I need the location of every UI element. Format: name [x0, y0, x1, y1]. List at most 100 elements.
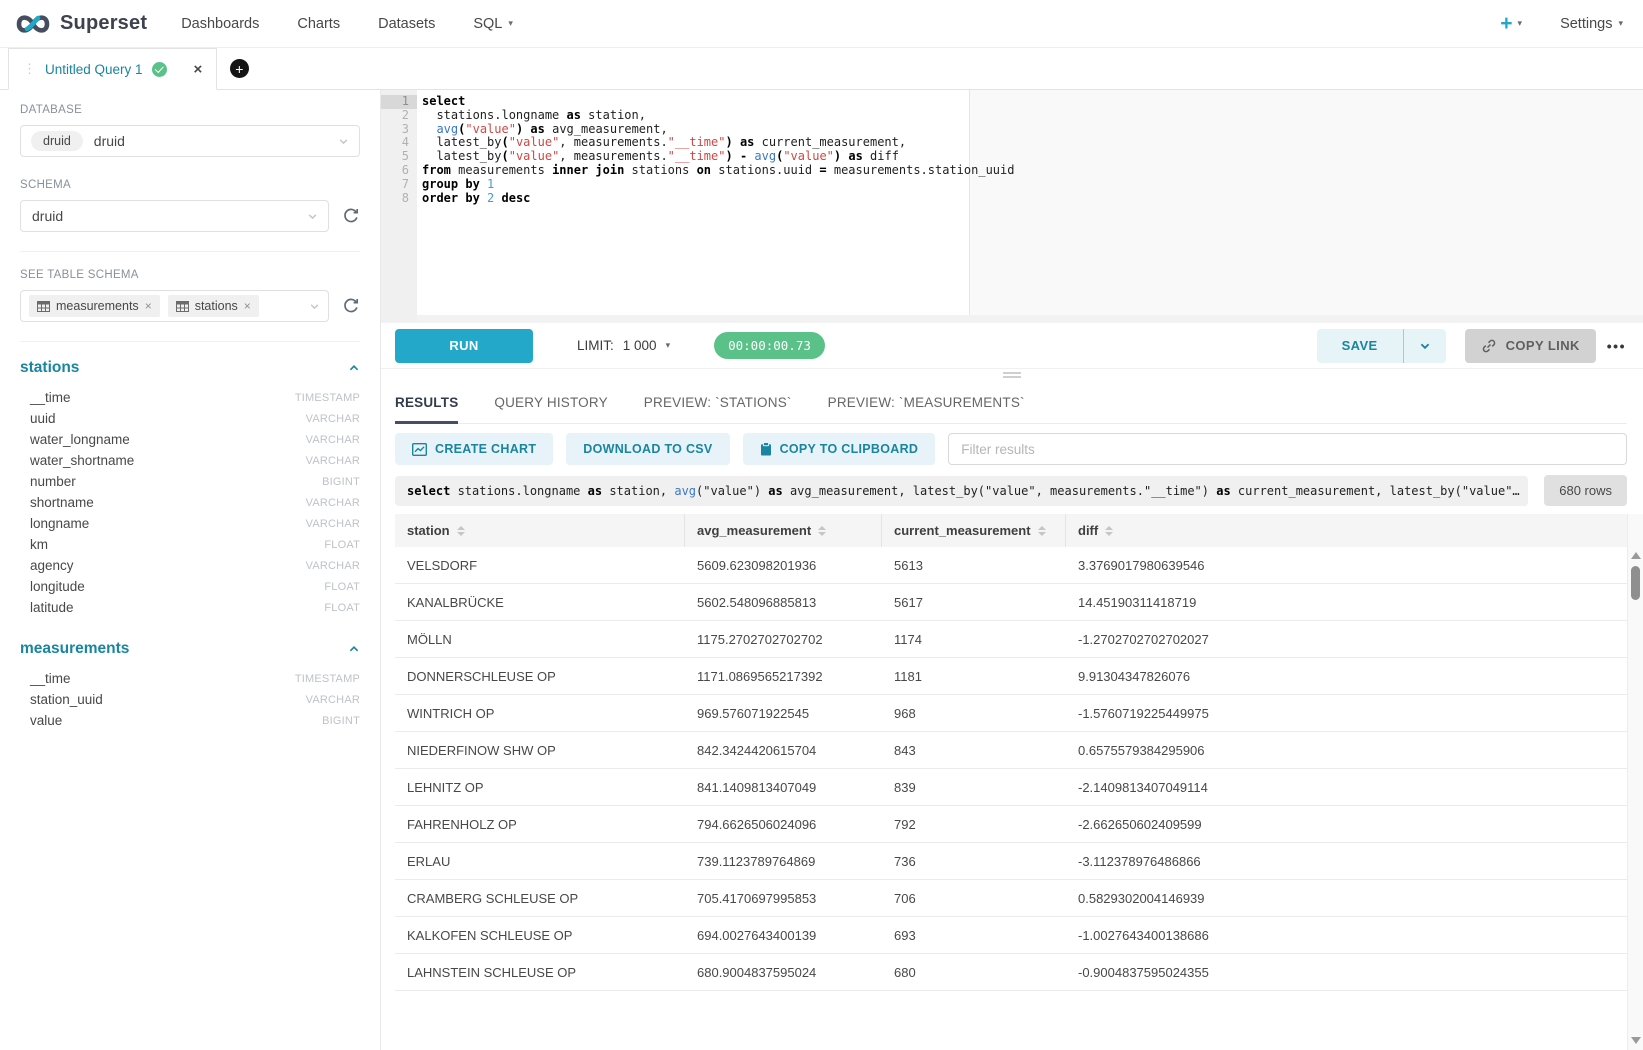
- column-name: longname: [30, 516, 89, 531]
- nav-item-charts[interactable]: Charts: [297, 16, 340, 32]
- table-cell: 9.91304347826076: [1066, 669, 1627, 684]
- table-cell: LAHNSTEIN SCHLEUSE OP: [395, 965, 685, 980]
- infinity-logo-icon: [14, 11, 52, 37]
- column-type: VARCHAR: [306, 434, 360, 446]
- new-tab-button[interactable]: +: [217, 48, 261, 89]
- scrollbar-thumb[interactable]: [1631, 566, 1640, 600]
- remove-table-icon[interactable]: ×: [244, 299, 251, 313]
- table-cell: 736: [882, 854, 1066, 869]
- table-icon: [37, 301, 50, 312]
- line-number: 7: [381, 178, 417, 192]
- new-item-menu[interactable]: + ▾: [1500, 13, 1522, 34]
- close-tab-icon[interactable]: ×: [194, 61, 203, 78]
- column-name: agency: [30, 558, 74, 573]
- pane-splitter[interactable]: [381, 368, 1643, 378]
- table-name[interactable]: measurements: [20, 640, 129, 658]
- column-row: longitudeFLOAT: [20, 576, 360, 597]
- table-row: DONNERSCHLEUSE OP1171.086956521739211819…: [395, 658, 1627, 695]
- copy-to-clipboard-button[interactable]: COPY TO CLIPBOARD: [743, 433, 936, 465]
- chevron-down-icon: [338, 136, 349, 147]
- editor-code[interactable]: select stations.longname as station, avg…: [417, 90, 1014, 322]
- limit-dropdown[interactable]: LIMIT: 1 000 ▾: [577, 338, 670, 353]
- nav-item-sql[interactable]: SQL▾: [473, 16, 513, 32]
- table-name[interactable]: stations: [20, 359, 79, 377]
- column-header-station[interactable]: station: [395, 514, 685, 547]
- chevron-up-icon[interactable]: [348, 362, 360, 374]
- chevron-up-icon[interactable]: [348, 643, 360, 655]
- filter-results-input[interactable]: [948, 433, 1627, 465]
- table-cell: 0.5829302004146939: [1066, 891, 1627, 906]
- results-table-header: stationavg_measurementcurrent_measuremen…: [395, 514, 1627, 547]
- database-select[interactable]: druid druid: [20, 125, 360, 157]
- refresh-tables-icon[interactable]: [342, 297, 360, 315]
- table-row: LEHNITZ OP841.1409813407049839-2.1409813…: [395, 769, 1627, 806]
- column-type: VARCHAR: [306, 518, 360, 530]
- sort-icon[interactable]: [818, 526, 826, 536]
- download-to-csv-button[interactable]: DOWNLOAD TO CSV: [566, 433, 729, 465]
- table-cell: 792: [882, 817, 1066, 832]
- divider: [20, 251, 360, 252]
- table-chip-label: measurements: [56, 299, 139, 313]
- column-header-diff[interactable]: diff: [1066, 514, 1627, 547]
- line-number: 5: [381, 150, 417, 164]
- chevron-down-icon: [307, 211, 318, 222]
- query-tabstrip: ⋮ Untitled Query 1 × +: [0, 48, 1643, 90]
- table-chip-stations[interactable]: stations×: [168, 295, 259, 317]
- schema-table-header: measurements: [20, 640, 360, 658]
- superset-logo[interactable]: Superset: [14, 11, 147, 37]
- sort-icon[interactable]: [1105, 526, 1113, 536]
- chevron-down-icon: ▾: [666, 340, 671, 351]
- limit-value: 1 000: [623, 338, 657, 353]
- schema-table-stations: stations__timeTIMESTAMPuuidVARCHARwater_…: [20, 359, 360, 618]
- sort-icon[interactable]: [1038, 526, 1046, 536]
- tab-preview-measurements[interactable]: PREVIEW: `MEASUREMENTS`: [828, 395, 1025, 423]
- scroll-up-icon[interactable]: [1631, 552, 1641, 559]
- database-type-pill: druid: [31, 131, 83, 151]
- table-cell: 5613: [882, 558, 1066, 573]
- sort-icon[interactable]: [457, 526, 465, 536]
- remove-table-icon[interactable]: ×: [145, 299, 152, 313]
- save-options-button[interactable]: [1403, 329, 1446, 363]
- table-cell: -2.1409813407049114: [1066, 780, 1627, 795]
- tab-query-history[interactable]: QUERY HISTORY: [494, 395, 607, 423]
- column-row: water_longnameVARCHAR: [20, 429, 360, 450]
- line-number: 3: [381, 123, 417, 137]
- query-preview-row: select stations.longname as station, avg…: [395, 475, 1627, 506]
- column-header-current-measurement[interactable]: current_measurement: [882, 514, 1066, 547]
- chevron-down-icon: [309, 301, 320, 312]
- more-actions-button[interactable]: •••: [1607, 338, 1626, 354]
- schema-table-header: stations: [20, 359, 360, 377]
- tab-results[interactable]: RESULTS: [395, 395, 458, 423]
- results-scrollbar[interactable]: [1627, 514, 1643, 1050]
- copy-link-button[interactable]: COPY LINK: [1465, 329, 1596, 363]
- settings-label: Settings: [1560, 16, 1612, 32]
- column-row: valueBIGINT: [20, 710, 360, 731]
- table-cell: 841.1409813407049: [685, 780, 882, 795]
- nav-item-dashboards[interactable]: Dashboards: [181, 16, 259, 32]
- table-cell: 839: [882, 780, 1066, 795]
- table-cell: -0.9004837595024355: [1066, 965, 1627, 980]
- table-schema-select[interactable]: measurements×stations×: [20, 290, 329, 322]
- scroll-down-icon[interactable]: [1631, 1037, 1641, 1044]
- create-chart-button[interactable]: CREATE CHART: [395, 433, 553, 465]
- refresh-schemas-icon[interactable]: [342, 207, 360, 225]
- table-chip-measurements[interactable]: measurements ×: [29, 295, 160, 317]
- run-button[interactable]: RUN: [395, 329, 533, 363]
- column-header-avg-measurement[interactable]: avg_measurement: [685, 514, 882, 547]
- table-cell: -1.0027643400138686: [1066, 928, 1627, 943]
- tab-preview-stations[interactable]: PREVIEW: `STATIONS`: [644, 395, 792, 423]
- code-line: select: [422, 95, 1014, 109]
- schema-select[interactable]: druid: [20, 200, 329, 232]
- column-name: water_shortname: [30, 453, 134, 468]
- nav-item-datasets[interactable]: Datasets: [378, 16, 435, 32]
- save-button[interactable]: SAVE: [1317, 329, 1403, 363]
- tab-untitled-query-1[interactable]: ⋮ Untitled Query 1 ×: [8, 48, 217, 90]
- sql-editor-pane: 12345678 select stations.longname as sta…: [381, 90, 1643, 1050]
- line-number: 8: [381, 192, 417, 206]
- sql-editor[interactable]: 12345678 select stations.longname as sta…: [381, 90, 1643, 322]
- column-row: station_uuidVARCHAR: [20, 689, 360, 710]
- column-name: __time: [30, 390, 71, 405]
- nav-right: + ▾ Settings ▾: [1500, 13, 1623, 34]
- settings-menu[interactable]: Settings ▾: [1560, 16, 1623, 32]
- table-cell: 1175.2702702702702: [685, 632, 882, 647]
